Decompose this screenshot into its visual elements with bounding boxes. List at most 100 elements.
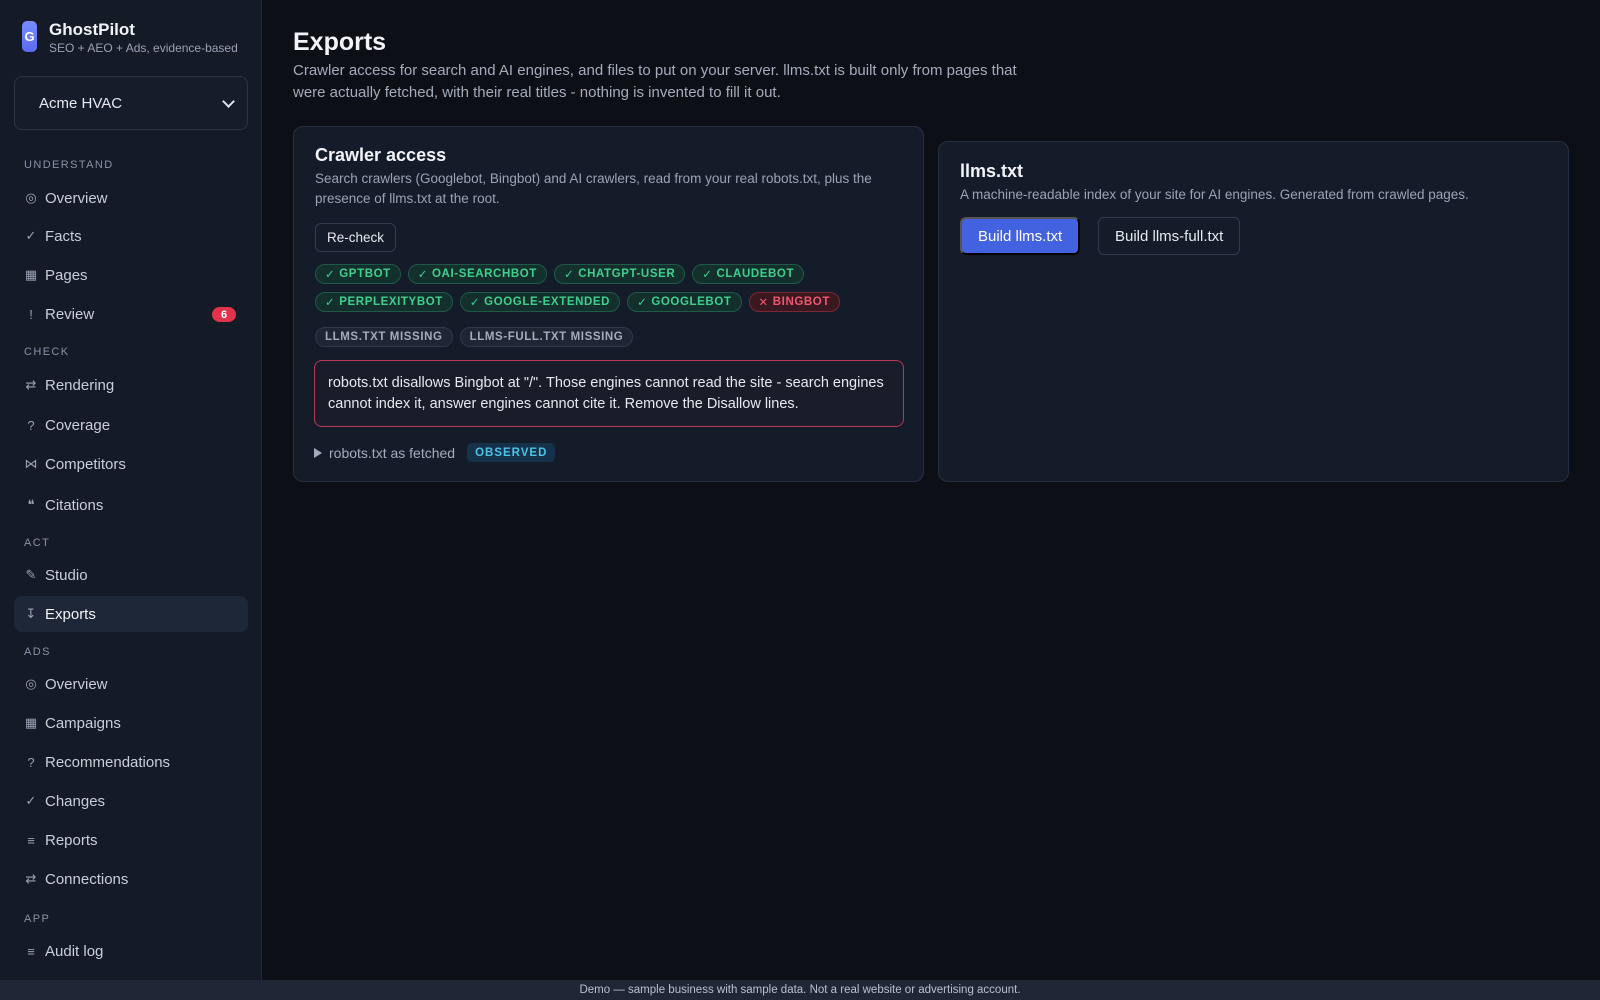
sidebar-item-label: Facts [45,227,82,245]
check-icon: ✓ [325,269,336,281]
chevron-down-icon [222,94,235,108]
list-icon: ≡ [27,832,35,848]
brand-tagline: SEO + AEO + Ads, evidence-based [49,41,238,55]
quote-icon: ❝ [27,497,35,512]
bowtie-icon: ⋈ [24,456,38,471]
sidebar-item-recommendations[interactable]: ? Recommendations [14,744,248,780]
swap-icon: ⇄ [25,377,37,392]
alert-icon: ! [29,306,33,322]
brand[interactable]: G GhostPilot SEO + AEO + Ads, evidence-b… [22,20,238,55]
sidebar-item-campaigns[interactable]: ▦ Campaigns [14,705,248,741]
sidebar-item-label: Audit log [45,942,104,960]
pencil-icon: ✎ [25,567,37,582]
check-icon: ✓ [25,228,37,243]
sidebar-item-reports[interactable]: ≡ Reports [14,822,248,858]
crawler-card-description: Search crawlers (Googlebot, Bingbot) and… [315,171,872,206]
question-icon: ? [27,417,35,433]
crawler-chip-claudebot: ✓ CLAUDEBOT [692,264,805,284]
sidebar-item-competitors[interactable]: ⋈ Competitors [14,446,248,482]
crawler-chip-gptbot: ✓ GPTBOT [315,264,401,284]
file-chip-llms-txt: LLMS.TXT MISSING [315,327,453,347]
sidebar-item-studio[interactable]: ✎ Studio [14,557,248,593]
file-status-list: LLMS.TXT MISSING LLMS-FULL.TXT MISSING [315,327,915,347]
robots-details-summary[interactable]: robots.txt as fetched [314,445,455,461]
llms-card-description: A machine-readable index of your site fo… [960,187,1469,202]
pages-icon: ▦ [24,267,38,282]
check-icon: ✓ [563,269,575,281]
crawler-chip-googlebot: ✓ GOOGLEBOT [627,292,742,312]
caret-right-icon [314,447,322,458]
crawler-card-title: Crawler access [315,145,447,165]
check-icon: ✓ [325,297,336,309]
brand-name: GhostPilot [49,20,135,39]
site-selector[interactable]: Acme HVAC [14,76,248,130]
sidebar-item-citations[interactable]: ❝ Citations [14,487,248,523]
nav-section-check: CHECK [24,346,70,358]
check-icon: ✓ [417,269,429,281]
campaigns-icon: ▦ [24,715,38,730]
cross-icon: ✕ [758,297,769,309]
brand-logo-icon: G [22,21,37,52]
check-icon: ✓ [637,297,648,309]
sidebar-item-label: Pages [45,266,88,284]
nav-section-understand: UNDERSTAND [24,159,114,171]
sidebar-item-exports[interactable]: ↧ Exports [14,596,248,632]
sidebar-item-coverage[interactable]: ? Coverage [14,407,248,443]
sidebar-item-label: Overview [45,675,108,693]
sidebar-item-rendering[interactable]: ⇄ Rendering [14,367,248,403]
observed-badge: OBSERVED [467,443,556,462]
build-llms-txt-button[interactable]: Build llms.txt [960,217,1081,255]
check-icon: ✓ [25,793,37,808]
sidebar-item-label: Reports [45,831,98,849]
crawler-status-list: ✓ GPTBOT ✓ OAI-SEARCHBOT ✓ CHATGPT-USER ✓ CL… [315,264,915,312]
demo-footer: Demo — sample business with sample data.… [0,980,1600,1000]
sidebar-item-label: Competitors [45,455,126,473]
robots-details-toggle[interactable]: robots.txt as fetched OBSERVED [314,443,556,462]
crawler-chip-google-extended: ✓ GOOGLE-EXTENDED [459,292,621,312]
review-count-badge: 6 [212,307,236,322]
crawler-chip-chatgpt-user: ✓ CHATGPT-USER [553,264,686,284]
sidebar-item-label: Coverage [45,416,111,434]
sidebar-item-overview[interactable]: ◎ Overview [14,180,248,216]
nav-section-ads: ADS [24,646,51,658]
sidebar-item-label: Campaigns [45,714,121,732]
recheck-button[interactable]: Re-check [315,223,397,252]
sidebar: G GhostPilot SEO + AEO + Ads, evidence-b… [0,0,262,980]
sidebar-item-changes[interactable]: ✓ Changes [14,783,248,819]
overview-icon: ◎ [25,190,37,205]
sidebar-item-facts[interactable]: ✓ Facts [14,218,248,254]
crawler-chip-perplexitybot: ✓ PERPLEXITYBOT [315,292,453,312]
sidebar-item-audit-log[interactable]: ≡ Audit log [14,933,248,969]
llms-txt-card: llms.txt A machine-readable index of you… [938,141,1569,482]
sidebar-item-review[interactable]: ! Review 6 [14,296,248,332]
robots-disallow-alert: robots.txt disallows Bingbot at "/". Tho… [314,360,904,427]
crawler-access-card: Crawler access Search crawlers (Googlebo… [293,126,924,482]
sidebar-item-label: Changes [45,792,106,810]
sidebar-item-label: Recommendations [45,753,171,771]
list-icon: ≡ [27,943,35,959]
nav-section-app: APP [24,913,51,925]
sidebar-item-ads-overview[interactable]: ◎ Overview [14,666,248,702]
sidebar-item-label: Studio [45,566,88,584]
build-llms-full-txt-button[interactable]: Build llms-full.txt [1098,217,1241,255]
check-icon: ✓ [702,269,713,281]
sidebar-item-label: Rendering [45,376,115,394]
page-title: Exports [293,28,387,56]
overview-icon: ◎ [25,676,37,691]
check-icon: ✓ [469,297,481,309]
file-chip-llms-full-txt: LLMS-FULL.TXT MISSING [459,327,634,347]
swap-icon: ⇄ [25,871,37,886]
crawler-chip-bingbot: ✕ BINGBOT [748,292,840,312]
sidebar-item-label: Citations [45,496,104,514]
download-icon: ↧ [25,606,37,621]
site-selector-value: Acme HVAC [39,94,123,112]
sidebar-item-label: Exports [45,605,96,623]
page-description: Crawler access for search and AI engines… [293,62,1017,101]
llms-card-title: llms.txt [960,161,1024,181]
sidebar-item-connections[interactable]: ⇄ Connections [14,861,248,897]
sidebar-item-pages[interactable]: ▦ Pages [14,257,248,293]
sidebar-item-label: Review [45,305,95,323]
crawler-chip-oai-searchbot: ✓ OAI-SEARCHBOT [407,264,547,284]
sidebar-item-label: Connections [45,870,129,888]
question-icon: ? [27,754,35,770]
